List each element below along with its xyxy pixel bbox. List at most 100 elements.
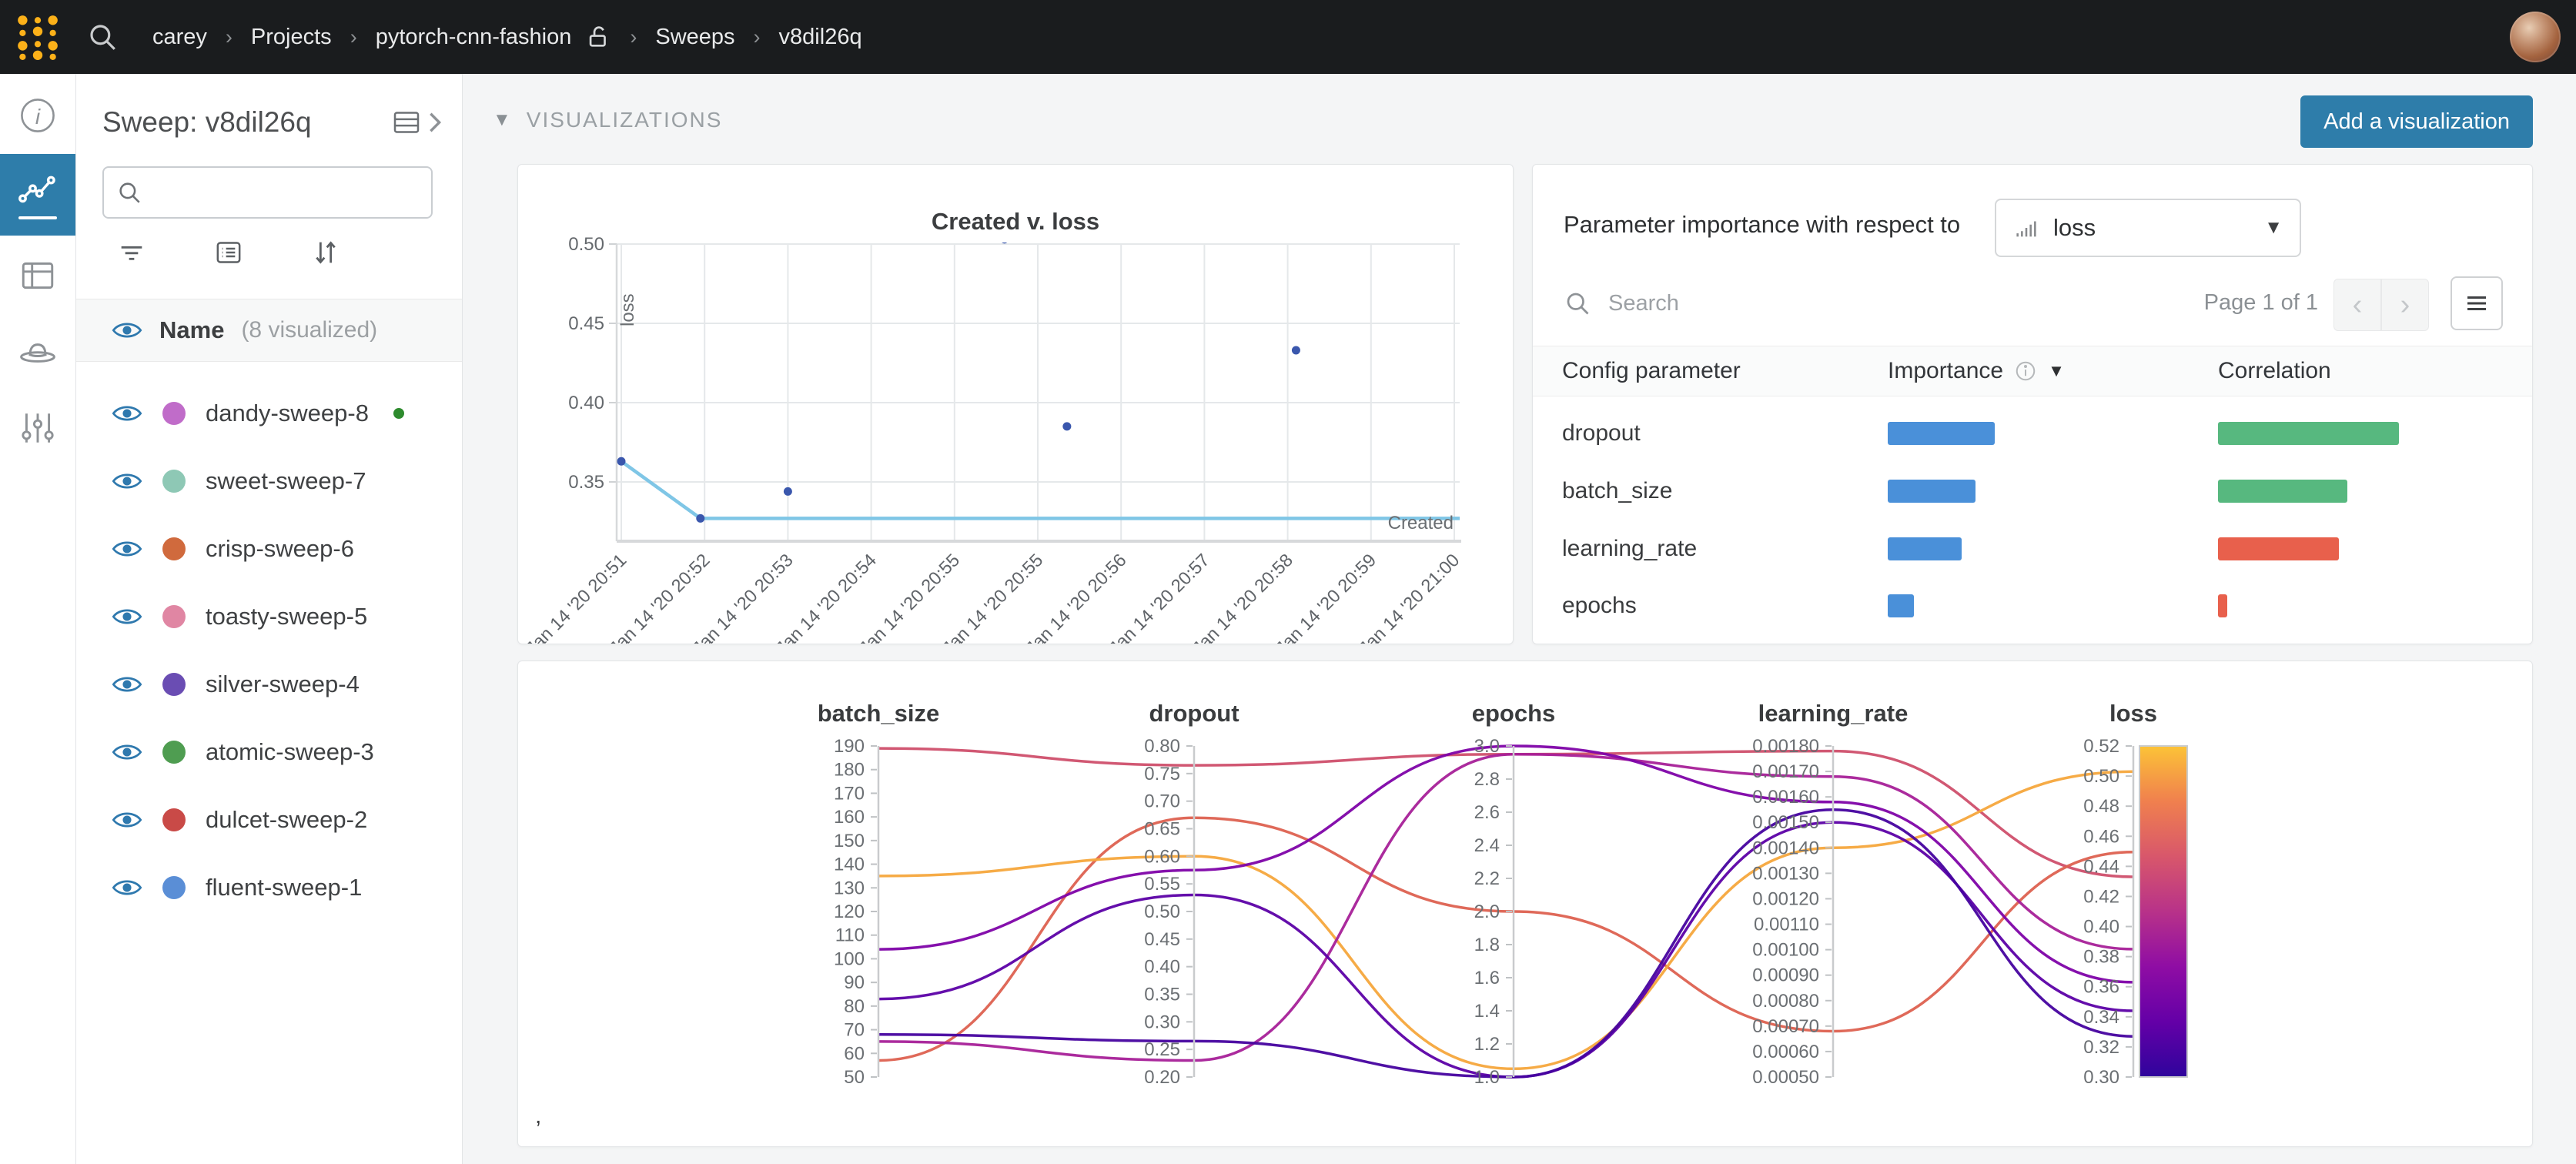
run-eye-icon[interactable] [112, 537, 142, 560]
axis-tick-label: 0.00090 [1752, 965, 1819, 986]
run-eye-icon[interactable] [112, 673, 142, 696]
axis-tick-label: 90 [844, 972, 865, 993]
collapse-caret-icon: ▼ [493, 109, 513, 131]
runs-search-box[interactable] [102, 166, 433, 219]
run-name[interactable]: crisp-sweep-6 [206, 535, 354, 563]
run-eye-icon[interactable] [112, 470, 142, 493]
axis-tick-label: 150 [834, 831, 865, 851]
wandb-logo-icon[interactable] [0, 0, 75, 74]
toggle-all-eye-icon[interactable] [112, 319, 142, 342]
scatter-point[interactable] [784, 487, 792, 496]
run-color-dot [162, 537, 186, 560]
config-parameter-name[interactable]: learning_rate [1562, 536, 1697, 562]
breadcrumb-separator: › [630, 25, 637, 49]
run-name[interactable]: silver-sweep-4 [206, 671, 360, 698]
config-parameter-name[interactable]: batch_size [1562, 478, 1672, 504]
importance-column-header[interactable]: Importance ▼ [1888, 358, 2065, 384]
run-name[interactable]: dulcet-sweep-2 [206, 806, 367, 834]
breadcrumb-sweeps[interactable]: Sweeps [655, 25, 734, 50]
rail-item-parameters[interactable] [0, 387, 75, 469]
run-name[interactable]: toasty-sweep-5 [206, 603, 367, 630]
axis-tick-label: 60 [844, 1043, 865, 1064]
breadcrumb-project[interactable]: pytorch-cnn-fashion [376, 25, 572, 50]
axis-tick-label: 1.0 [1474, 1067, 1500, 1088]
run-row: dulcet-sweep-2 [76, 786, 462, 854]
axis-tick-label: 0.44 [2083, 856, 2119, 877]
rail-item-table[interactable] [0, 235, 75, 316]
run-eye-icon[interactable] [112, 876, 142, 899]
rail-item-charts[interactable] [0, 154, 75, 236]
run-name[interactable]: fluent-sweep-1 [206, 874, 362, 901]
axis-tick-label: 130 [834, 878, 865, 898]
importance-row: dropout [1533, 409, 2532, 458]
scatter-point[interactable] [1062, 422, 1071, 430]
correlation-bar [2218, 422, 2399, 445]
run-eye-icon[interactable] [112, 605, 142, 628]
scatter-point[interactable] [1292, 346, 1300, 355]
run-name[interactable]: dandy-sweep-8 [206, 400, 369, 427]
run-eye-icon[interactable] [112, 402, 142, 425]
axis-tick-label: 0.42 [2083, 886, 2119, 907]
run-name[interactable]: sweet-sweep-7 [206, 467, 366, 495]
global-search-icon[interactable] [86, 21, 119, 53]
rail-item-overview[interactable]: i [0, 75, 75, 156]
axis-tick-label: 2.4 [1474, 835, 1500, 856]
x-tick-label: Jan 14 '20 20:51 [522, 550, 631, 644]
run-name[interactable]: atomic-sweep-3 [206, 738, 374, 766]
axis-tick-label: 1.2 [1474, 1034, 1500, 1055]
filter-icon[interactable] [116, 237, 147, 268]
scatter-point[interactable] [617, 457, 626, 466]
rail-item-sweeps[interactable] [0, 313, 75, 395]
created-vs-loss-chart[interactable]: 0.500.450.400.35lossCreatedJan 14 '20 20… [518, 165, 1513, 644]
config-parameter-name[interactable]: epochs [1562, 593, 1637, 619]
run-color-dot [162, 876, 186, 899]
run-line[interactable] [878, 818, 2133, 1060]
runs-search-input[interactable] [153, 179, 419, 206]
breadcrumb-projects[interactable]: Projects [251, 25, 332, 50]
scatter-point[interactable] [1479, 320, 1487, 329]
axis-tick-label: 120 [834, 901, 865, 922]
importance-column-label: Importance [1888, 358, 2003, 384]
axis-tick-label: 0.75 [1144, 764, 1180, 784]
info-icon [2014, 360, 2037, 383]
panel-footnote: , [535, 1103, 541, 1129]
run-row: fluent-sweep-1 [76, 854, 462, 922]
metric-dropdown[interactable]: loss ▼ [1995, 199, 2301, 257]
group-list-icon[interactable] [213, 237, 244, 268]
run-row: silver-sweep-4 [76, 651, 462, 718]
correlation-bar [2218, 594, 2227, 617]
hamburger-icon [2463, 289, 2491, 317]
axis-tick-label: 0.40 [1144, 957, 1180, 978]
axis-tick-label: 180 [834, 760, 865, 781]
importance-search-input[interactable] [1607, 290, 1964, 317]
breadcrumb-sweep-id[interactable]: v8dil26q [779, 25, 862, 50]
run-row: toasty-sweep-5 [76, 583, 462, 651]
axis-tick-label: 190 [834, 736, 865, 757]
scatter-point[interactable] [696, 514, 704, 523]
user-avatar[interactable] [2510, 12, 2561, 62]
visualizations-section-toggle[interactable]: ▼ VISUALIZATIONS [493, 108, 722, 132]
panel-menu-button[interactable] [2451, 276, 2503, 330]
next-page-button[interactable]: › [2381, 279, 2429, 331]
run-eye-icon[interactable] [112, 741, 142, 764]
parallel-coordinates-chart[interactable]: batch_size190180170160150140130120110100… [518, 661, 2532, 1146]
main-content: ▼ VISUALIZATIONS Add a visualization Cre… [462, 74, 2576, 1164]
breadcrumb-user[interactable]: carey [152, 25, 207, 50]
expand-table-button[interactable] [391, 107, 443, 138]
run-eye-icon[interactable] [112, 808, 142, 831]
scatter-point[interactable] [1000, 235, 1009, 243]
axis-tick-label: 0.55 [1144, 874, 1180, 895]
run-line[interactable] [878, 746, 2133, 982]
prev-page-button[interactable]: ‹ [2333, 279, 2381, 331]
axis-tick-label: 0.46 [2083, 826, 2119, 847]
run-line[interactable] [878, 771, 2133, 1069]
importance-row: batch_size [1533, 467, 2532, 516]
run-line[interactable] [878, 754, 2133, 1061]
pagination: ‹ › [2333, 279, 2429, 331]
importance-search-box[interactable] [1564, 279, 1964, 328]
config-parameter-name[interactable]: dropout [1562, 420, 1641, 447]
add-visualization-button[interactable]: Add a visualization [2300, 95, 2533, 148]
y-tick-label: 0.50 [568, 234, 604, 255]
axis-tick-label: 2.6 [1474, 802, 1500, 823]
sort-icon[interactable] [310, 237, 341, 268]
